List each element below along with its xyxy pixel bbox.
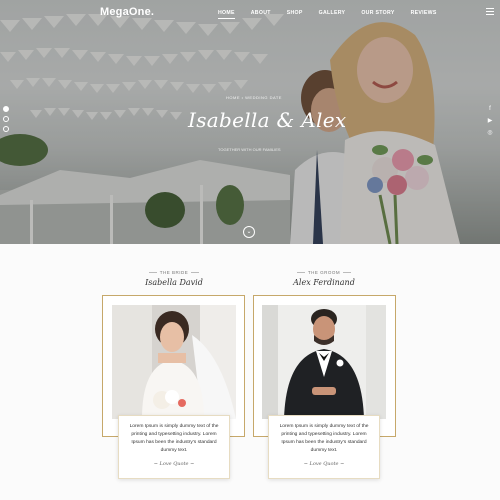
groom-photo <box>262 305 386 419</box>
hamburger-menu-icon[interactable] <box>486 8 494 17</box>
hero-section: MegaOne. HOME ABOUT SHOP GALLERY OUR STO… <box>0 0 500 244</box>
nav-our-story[interactable]: OUR STORY <box>361 10 394 19</box>
nav-shop[interactable]: SHOP <box>287 10 303 19</box>
facebook-icon[interactable]: f <box>486 106 494 112</box>
bride-heading: THE BRIDE Isabella David <box>114 270 234 287</box>
nav-reviews[interactable]: REVIEWS <box>411 10 437 19</box>
bride-quote-text: Lorem Ipsum is simply dummy text of the … <box>129 424 219 453</box>
groom-quote-signature: ~ Love Quote ~ <box>303 461 345 467</box>
nav-about[interactable]: ABOUT <box>251 10 271 19</box>
nav-gallery[interactable]: GALLERY <box>319 10 346 19</box>
breadcrumb: HOME • WEDDING DATE <box>226 95 282 100</box>
bride-quote-signature: ~ Love Quote ~ <box>153 461 195 467</box>
groom-name: Alex Ferdinand <box>293 278 355 287</box>
groom-quote-text: Lorem Ipsum is simply dummy text of the … <box>279 424 369 453</box>
slider-dots <box>3 106 9 136</box>
bride-name: Isabella David <box>145 278 203 287</box>
bride-quote-card: Lorem Ipsum is simply dummy text of the … <box>118 415 230 479</box>
slide-dot-3[interactable] <box>3 126 9 132</box>
slide-dot-1[interactable] <box>3 106 9 112</box>
logo[interactable]: MegaOne. <box>100 6 154 18</box>
nav-home[interactable]: HOME <box>218 10 235 19</box>
hero-title: Isabella & Alex <box>188 108 347 132</box>
groom-eyebrow: THE GROOM <box>264 270 384 275</box>
hero-subtitle: TOGETHER WITH OUR FAMILIES <box>218 147 281 152</box>
social-links: f ▶ ◎ <box>486 106 494 141</box>
groom-quote-card: Lorem Ipsum is simply dummy text of the … <box>268 415 380 479</box>
instagram-icon[interactable]: ◎ <box>486 129 494 136</box>
youtube-icon[interactable]: ▶ <box>486 117 494 124</box>
couple-section: THE BRIDE Isabella David Lorem Ipsum is … <box>0 244 500 500</box>
bride-photo <box>112 305 236 419</box>
main-nav: HOME ABOUT SHOP GALLERY OUR STORY REVIEW… <box>218 10 453 19</box>
scroll-down-icon[interactable]: ⌄ <box>243 226 255 238</box>
slide-dot-2[interactable] <box>3 116 9 122</box>
groom-heading: THE GROOM Alex Ferdinand <box>264 270 384 287</box>
bride-eyebrow: THE BRIDE <box>114 270 234 275</box>
